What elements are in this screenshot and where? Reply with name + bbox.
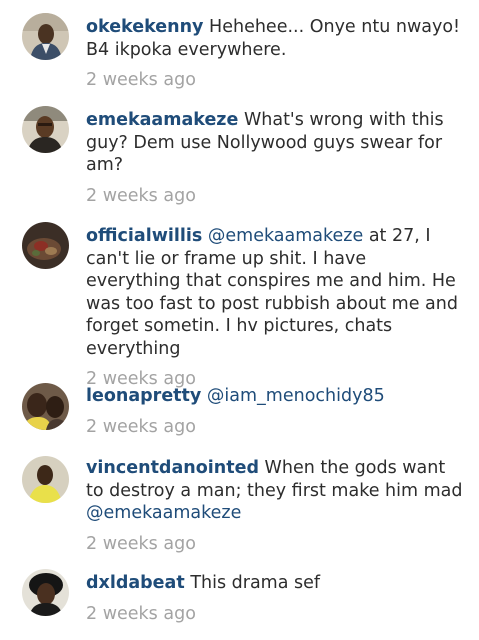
- comment-username[interactable]: dxldabeat: [86, 573, 185, 593]
- comment-mention[interactable]: @iam_menochidy85: [207, 386, 385, 406]
- avatar[interactable]: [22, 13, 69, 60]
- avatar-photo-icon: [22, 383, 69, 430]
- comment-body: leonapretty @iam_menochidy85 2 weeks ago: [86, 385, 466, 438]
- comment-body: dxldabeat This drama sef 2 weeks ago: [86, 572, 466, 625]
- comment-text: leonapretty @iam_menochidy85: [86, 385, 466, 408]
- comment-timestamp: 2 weeks ago: [86, 533, 196, 554]
- comment-mention[interactable]: @emekaamakeze: [86, 503, 241, 523]
- avatar[interactable]: [22, 456, 69, 503]
- avatar-photo-icon: [22, 222, 69, 269]
- comment-username[interactable]: leonapretty: [86, 386, 201, 406]
- avatar[interactable]: [22, 383, 69, 430]
- comment-message: This drama sef: [190, 573, 321, 593]
- comment-body: emekaamakeze What's wrong with this guy?…: [86, 109, 466, 207]
- avatar-photo-icon: [22, 13, 69, 60]
- avatar[interactable]: [22, 222, 69, 269]
- comment-body: okekekenny Hehehee... Onye ntu nwayo! B4…: [86, 16, 466, 91]
- comment-text: okekekenny Hehehee... Onye ntu nwayo! B4…: [86, 16, 466, 61]
- comment-timestamp: 2 weeks ago: [86, 416, 196, 437]
- comment-text: vincentdanointed When the gods want to d…: [86, 457, 466, 525]
- comment-text: officialwillis @emekaamakeze at 27, I ca…: [86, 225, 466, 360]
- avatar-photo-icon: [22, 106, 69, 153]
- comments-list: okekekenny Hehehee... Onye ntu nwayo! B4…: [0, 0, 479, 640]
- comment-username[interactable]: emekaamakeze: [86, 110, 238, 130]
- comment-mention[interactable]: @emekaamakeze: [208, 226, 363, 246]
- comment-username[interactable]: okekekenny: [86, 17, 203, 37]
- avatar-photo-icon: [22, 456, 69, 503]
- comment-body: vincentdanointed When the gods want to d…: [86, 457, 466, 555]
- comment-text: emekaamakeze What's wrong with this guy?…: [86, 109, 466, 177]
- comment-text: dxldabeat This drama sef: [86, 572, 466, 595]
- comment-timestamp: 2 weeks ago: [86, 70, 196, 90]
- comment-username[interactable]: officialwillis: [86, 226, 202, 246]
- comment-username[interactable]: vincentdanointed: [86, 458, 259, 478]
- avatar[interactable]: [22, 106, 69, 153]
- avatar-photo-icon: [22, 569, 69, 616]
- comment-timestamp: 2 weeks ago: [86, 603, 196, 624]
- avatar[interactable]: [22, 569, 69, 616]
- comment-timestamp: 2 weeks ago: [86, 185, 196, 206]
- comment-body: officialwillis @emekaamakeze at 27, I ca…: [86, 225, 466, 390]
